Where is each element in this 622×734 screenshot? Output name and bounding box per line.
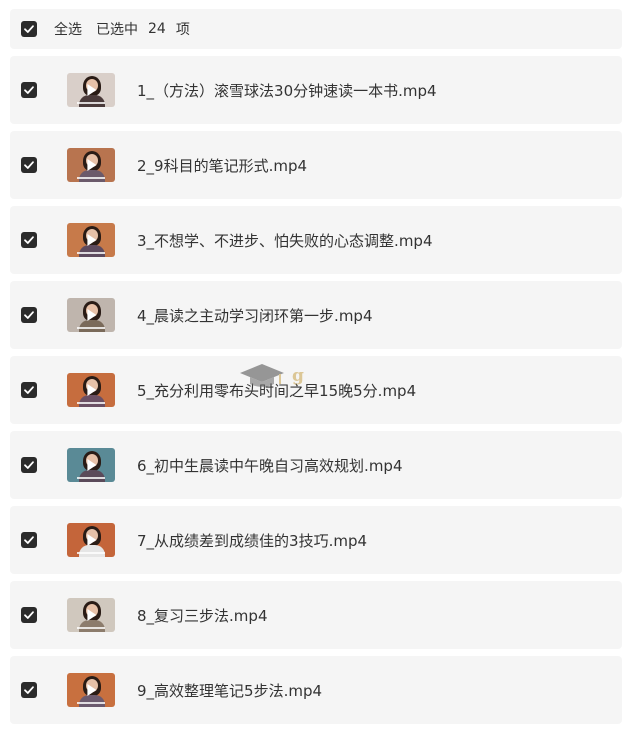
select-all-checkbox[interactable] xyxy=(21,21,37,37)
play-icon xyxy=(87,234,97,246)
selected-count: 24 xyxy=(148,21,166,37)
file-checkbox[interactable] xyxy=(21,82,37,98)
video-thumbnail[interactable] xyxy=(67,673,115,707)
selected-suffix: 项 xyxy=(175,22,190,38)
file-checkbox[interactable] xyxy=(21,382,37,398)
video-thumbnail[interactable] xyxy=(67,298,115,332)
checkmark-icon xyxy=(24,386,34,394)
file-name: 3_不想学、不进步、怕失败的心态调整.mp4 xyxy=(137,231,433,250)
file-checkbox[interactable] xyxy=(21,682,37,698)
checkmark-icon xyxy=(24,311,34,319)
checkmark-icon xyxy=(24,236,34,244)
video-thumbnail[interactable] xyxy=(67,148,115,182)
selected-prefix: 已选中 xyxy=(96,22,138,38)
video-thumbnail[interactable] xyxy=(67,598,115,632)
file-name: 7_从成绩差到成绩佳的3技巧.mp4 xyxy=(137,531,368,550)
play-icon xyxy=(87,159,97,171)
checkmark-icon xyxy=(24,536,34,544)
file-row[interactable]: 1_（方法）滚雪球法30分钟速读一本书.mp4 xyxy=(10,56,622,124)
checkmark-icon xyxy=(24,161,34,169)
file-name: 6_初中生晨读中午晚自习高效规划.mp4 xyxy=(137,456,403,475)
video-thumbnail[interactable] xyxy=(67,373,115,407)
file-row[interactable]: 3_不想学、不进步、怕失败的心态调整.mp4 xyxy=(10,206,622,274)
file-row[interactable]: 9_高效整理笔记5步法.mp4 xyxy=(10,656,622,724)
file-name: 9_高效整理笔记5步法.mp4 xyxy=(137,681,323,700)
play-icon xyxy=(87,84,97,96)
video-thumbnail[interactable] xyxy=(67,448,115,482)
file-selection-panel: 全选 已选中 24 项 1_（方法）滚雪球法30分钟速读一本书.mp4 2_9科目… xyxy=(0,0,622,734)
play-icon xyxy=(87,309,97,321)
file-row[interactable]: 7_从成绩差到成绩佳的3技巧.mp4 xyxy=(10,506,622,574)
file-name: 1_（方法）滚雪球法30分钟速读一本书.mp4 xyxy=(137,81,437,100)
play-icon xyxy=(87,459,97,471)
file-name: 8_复习三步法.mp4 xyxy=(137,606,268,625)
checkmark-icon xyxy=(24,611,34,619)
video-thumbnail[interactable] xyxy=(67,223,115,257)
checkmark-icon xyxy=(24,686,34,694)
checkmark-icon xyxy=(24,461,34,469)
file-name: 2_9科目的笔记形式.mp4 xyxy=(137,156,308,175)
file-checkbox[interactable] xyxy=(21,157,37,173)
play-icon xyxy=(87,534,97,546)
file-list: 1_（方法）滚雪球法30分钟速读一本书.mp4 2_9科目的笔记形式.mp4 3_不… xyxy=(10,56,622,731)
select-all-bar: 全选 已选中 24 项 xyxy=(10,9,622,49)
file-row[interactable]: 4_晨读之主动学习闭环第一步.mp4 xyxy=(10,281,622,349)
file-checkbox[interactable] xyxy=(21,457,37,473)
file-checkbox[interactable] xyxy=(21,307,37,323)
video-thumbnail[interactable] xyxy=(67,73,115,107)
video-thumbnail[interactable] xyxy=(67,523,115,557)
file-checkbox[interactable] xyxy=(21,532,37,548)
file-row[interactable]: 5_充分利用零布头时间之早15晚5分.mp4 xyxy=(10,356,622,424)
file-checkbox[interactable] xyxy=(21,607,37,623)
play-icon xyxy=(87,684,97,696)
select-all-label[interactable]: 全选 xyxy=(54,19,82,39)
file-row[interactable]: 2_9科目的笔记形式.mp4 xyxy=(10,131,622,199)
file-checkbox[interactable] xyxy=(21,232,37,248)
file-name: 5_充分利用零布头时间之早15晚5分.mp4 xyxy=(137,381,417,400)
file-row[interactable]: 6_初中生晨读中午晚自习高效规划.mp4 xyxy=(10,431,622,499)
checkmark-icon xyxy=(24,25,34,33)
checkmark-icon xyxy=(24,86,34,94)
file-row[interactable]: 8_复习三步法.mp4 xyxy=(10,581,622,649)
selection-summary: 全选 已选中 24 项 xyxy=(54,19,190,39)
file-name: 4_晨读之主动学习闭环第一步.mp4 xyxy=(137,306,373,325)
play-icon xyxy=(87,609,97,621)
play-icon xyxy=(87,384,97,396)
